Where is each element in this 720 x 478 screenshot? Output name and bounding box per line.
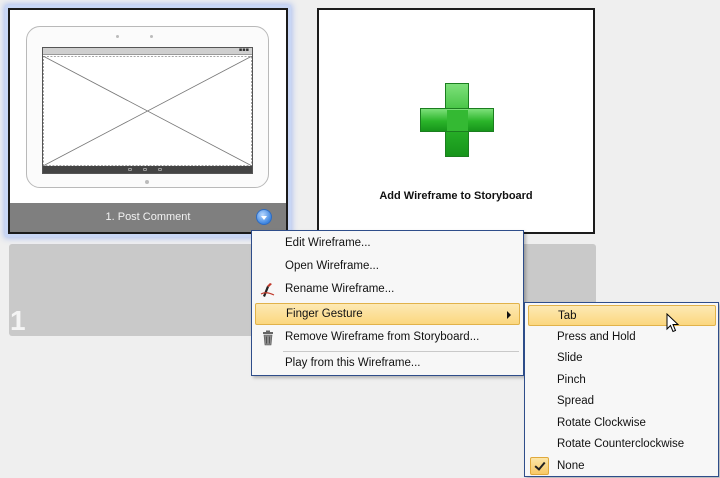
menu-item-label: Rename Wireframe...	[285, 283, 395, 295]
plus-icon	[420, 83, 494, 157]
gesture-item-pinch[interactable]: Pinch	[528, 370, 716, 391]
gesture-item-slide[interactable]: Slide	[528, 348, 716, 369]
gesture-item-tab[interactable]: Tab	[528, 305, 716, 326]
tablet-nav-bar	[43, 166, 252, 173]
gesture-item-rotate-clockwise[interactable]: Rotate Clockwise	[528, 413, 716, 434]
gesture-item-label: None	[557, 460, 585, 472]
rename-pen-icon	[260, 283, 275, 297]
menu-item-rename-wireframe[interactable]: Rename Wireframe...	[255, 279, 520, 301]
recent-apps-icon	[158, 168, 162, 171]
menu-item-play-from-wireframe[interactable]: Play from this Wireframe...	[255, 353, 520, 375]
menu-item-open-wireframe[interactable]: Open Wireframe...	[255, 256, 520, 278]
add-wireframe-label: Add Wireframe to Storyboard	[379, 190, 533, 202]
frame-footer: 1. Post Comment	[10, 203, 286, 232]
add-wireframe-card[interactable]: Add Wireframe to Storyboard	[317, 8, 595, 234]
gesture-item-label: Press and Hold	[557, 331, 636, 343]
menu-item-label: Open Wireframe...	[285, 260, 379, 272]
tablet-status-icons: ▪▪▪	[238, 47, 249, 53]
menu-item-label: Finger Gesture	[286, 308, 363, 320]
gesture-item-label: Spread	[557, 395, 595, 407]
submenu-arrow-icon	[507, 311, 511, 319]
gesture-item-label: Rotate Counterclockwise	[557, 438, 685, 450]
mouse-cursor-icon	[666, 313, 680, 333]
gesture-item-label: Rotate Clockwise	[557, 417, 646, 429]
home-icon	[143, 168, 147, 171]
menu-item-label: Remove Wireframe from Storyboard...	[285, 331, 480, 343]
frame-context-menu: Edit Wireframe... Open Wireframe... Rena…	[251, 230, 524, 376]
frame-options-dropdown-icon[interactable]	[256, 209, 272, 225]
tablet-status-bar: ▪▪▪	[43, 47, 252, 55]
menu-item-label: Edit Wireframe...	[285, 237, 371, 249]
menu-item-finger-gesture[interactable]: Finger Gesture	[255, 303, 520, 325]
back-icon	[128, 168, 132, 171]
gesture-item-press-and-hold[interactable]: Press and Hold	[528, 327, 716, 348]
finger-gesture-submenu: Tab Press and Hold Slide Pinch Spread Ro…	[524, 302, 719, 477]
gesture-item-none[interactable]: None	[528, 456, 716, 477]
gesture-item-label: Pinch	[557, 374, 586, 386]
storyboard-frame-post-comment[interactable]: ▪▪▪ 1. Post Comment	[8, 8, 288, 234]
tablet-wireframe-thumbnail: ▪▪▪	[26, 26, 269, 188]
image-placeholder-icon	[43, 56, 252, 166]
gesture-item-label: Tab	[558, 310, 577, 322]
menu-separator	[283, 351, 519, 352]
frame-label: 1. Post Comment	[105, 211, 191, 223]
menu-item-label: Play from this Wireframe...	[285, 357, 421, 369]
trash-icon	[263, 330, 273, 346]
menu-item-edit-wireframe[interactable]: Edit Wireframe...	[255, 233, 520, 255]
storyboard-row-number: 1	[10, 305, 26, 336]
menu-item-remove-wireframe[interactable]: Remove Wireframe from Storyboard...	[255, 327, 520, 349]
tablet-camera-icon	[116, 35, 119, 38]
checkmark-icon	[530, 457, 549, 475]
gesture-item-rotate-counterclockwise[interactable]: Rotate Counterclockwise	[528, 434, 716, 455]
tablet-screen: ▪▪▪	[42, 47, 253, 174]
tablet-sensor-icon	[150, 35, 153, 38]
gesture-item-label: Slide	[557, 352, 583, 364]
gesture-item-spread[interactable]: Spread	[528, 391, 716, 412]
tablet-home-button-icon	[145, 180, 149, 184]
